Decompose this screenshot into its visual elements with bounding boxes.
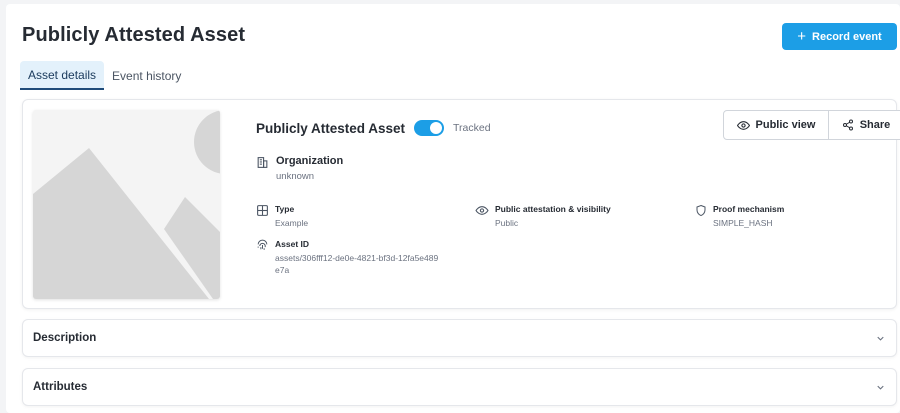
asset-id-field: Asset ID assets/306fff12-de0e-4821-bf3d-… — [256, 239, 438, 276]
organization-value: unknown — [276, 171, 315, 182]
eye-icon — [475, 204, 489, 229]
share-button[interactable]: Share — [829, 111, 900, 139]
proof-label: Proof mechanism — [713, 204, 785, 214]
image-placeholder-icon — [33, 110, 220, 299]
proof-value: SIMPLE_HASH — [713, 218, 773, 228]
proof-field: Proof mechanism SIMPLE_HASH — [695, 204, 784, 229]
type-field: Type Example — [256, 204, 308, 229]
tab-asset-details[interactable]: Asset details — [20, 61, 105, 90]
type-value: Example — [275, 218, 309, 228]
asset-id-value: assets/306fff12-de0e-4821-bf3d-12fa5e489… — [275, 252, 438, 276]
plus-icon: + — [797, 28, 807, 45]
record-event-button[interactable]: + Record event — [782, 23, 897, 50]
attributes-accordion[interactable]: Attributes — [22, 368, 897, 406]
share-label: Share — [859, 119, 891, 131]
building-icon — [256, 156, 269, 182]
view-share-button-group: Public view Share — [723, 110, 900, 140]
shield-icon — [695, 204, 707, 229]
asset-details-card: Publicly Attested Asset Tracked Public v… — [22, 99, 900, 309]
page-title: Publicly Attested Asset — [22, 24, 246, 46]
fingerprint-icon — [256, 239, 269, 276]
tracked-toggle[interactable] — [414, 120, 444, 136]
visibility-value: Public — [495, 218, 519, 228]
tracked-label: Tracked — [453, 122, 491, 134]
visibility-label: Public attestation & visibility — [495, 204, 611, 214]
grid-icon — [256, 204, 269, 229]
chevron-down-icon[interactable] — [875, 382, 886, 393]
asset-id-line-1: assets/306fff12-de0e-4821-bf3d-12fa5e489 — [275, 253, 439, 263]
visibility-field: Public attestation & visibility Public — [475, 204, 611, 229]
asset-id-label: Asset ID — [275, 239, 310, 249]
description-accordion[interactable]: Description — [22, 319, 897, 357]
organization-field: Organization unknown — [256, 155, 343, 182]
tab-bar: Asset details Event history — [20, 61, 189, 90]
page: Publicly Attested Asset + Record event A… — [6, 4, 900, 413]
toggle-knob — [430, 122, 442, 134]
type-label: Type — [275, 204, 295, 214]
attributes-label: Attributes — [33, 381, 88, 393]
public-view-button[interactable]: Public view — [724, 111, 829, 139]
record-event-label: Record event — [812, 30, 882, 43]
chevron-down-icon[interactable] — [875, 333, 886, 344]
asset-id-line-2: e7a — [275, 265, 290, 275]
asset-name: Publicly Attested Asset — [256, 121, 406, 136]
eye-icon — [736, 119, 750, 132]
organization-label: Organization — [276, 155, 344, 167]
description-label: Description — [33, 332, 97, 344]
public-view-label: Public view — [755, 119, 816, 131]
tab-event-history[interactable]: Event history — [104, 61, 189, 90]
share-icon — [842, 119, 854, 131]
